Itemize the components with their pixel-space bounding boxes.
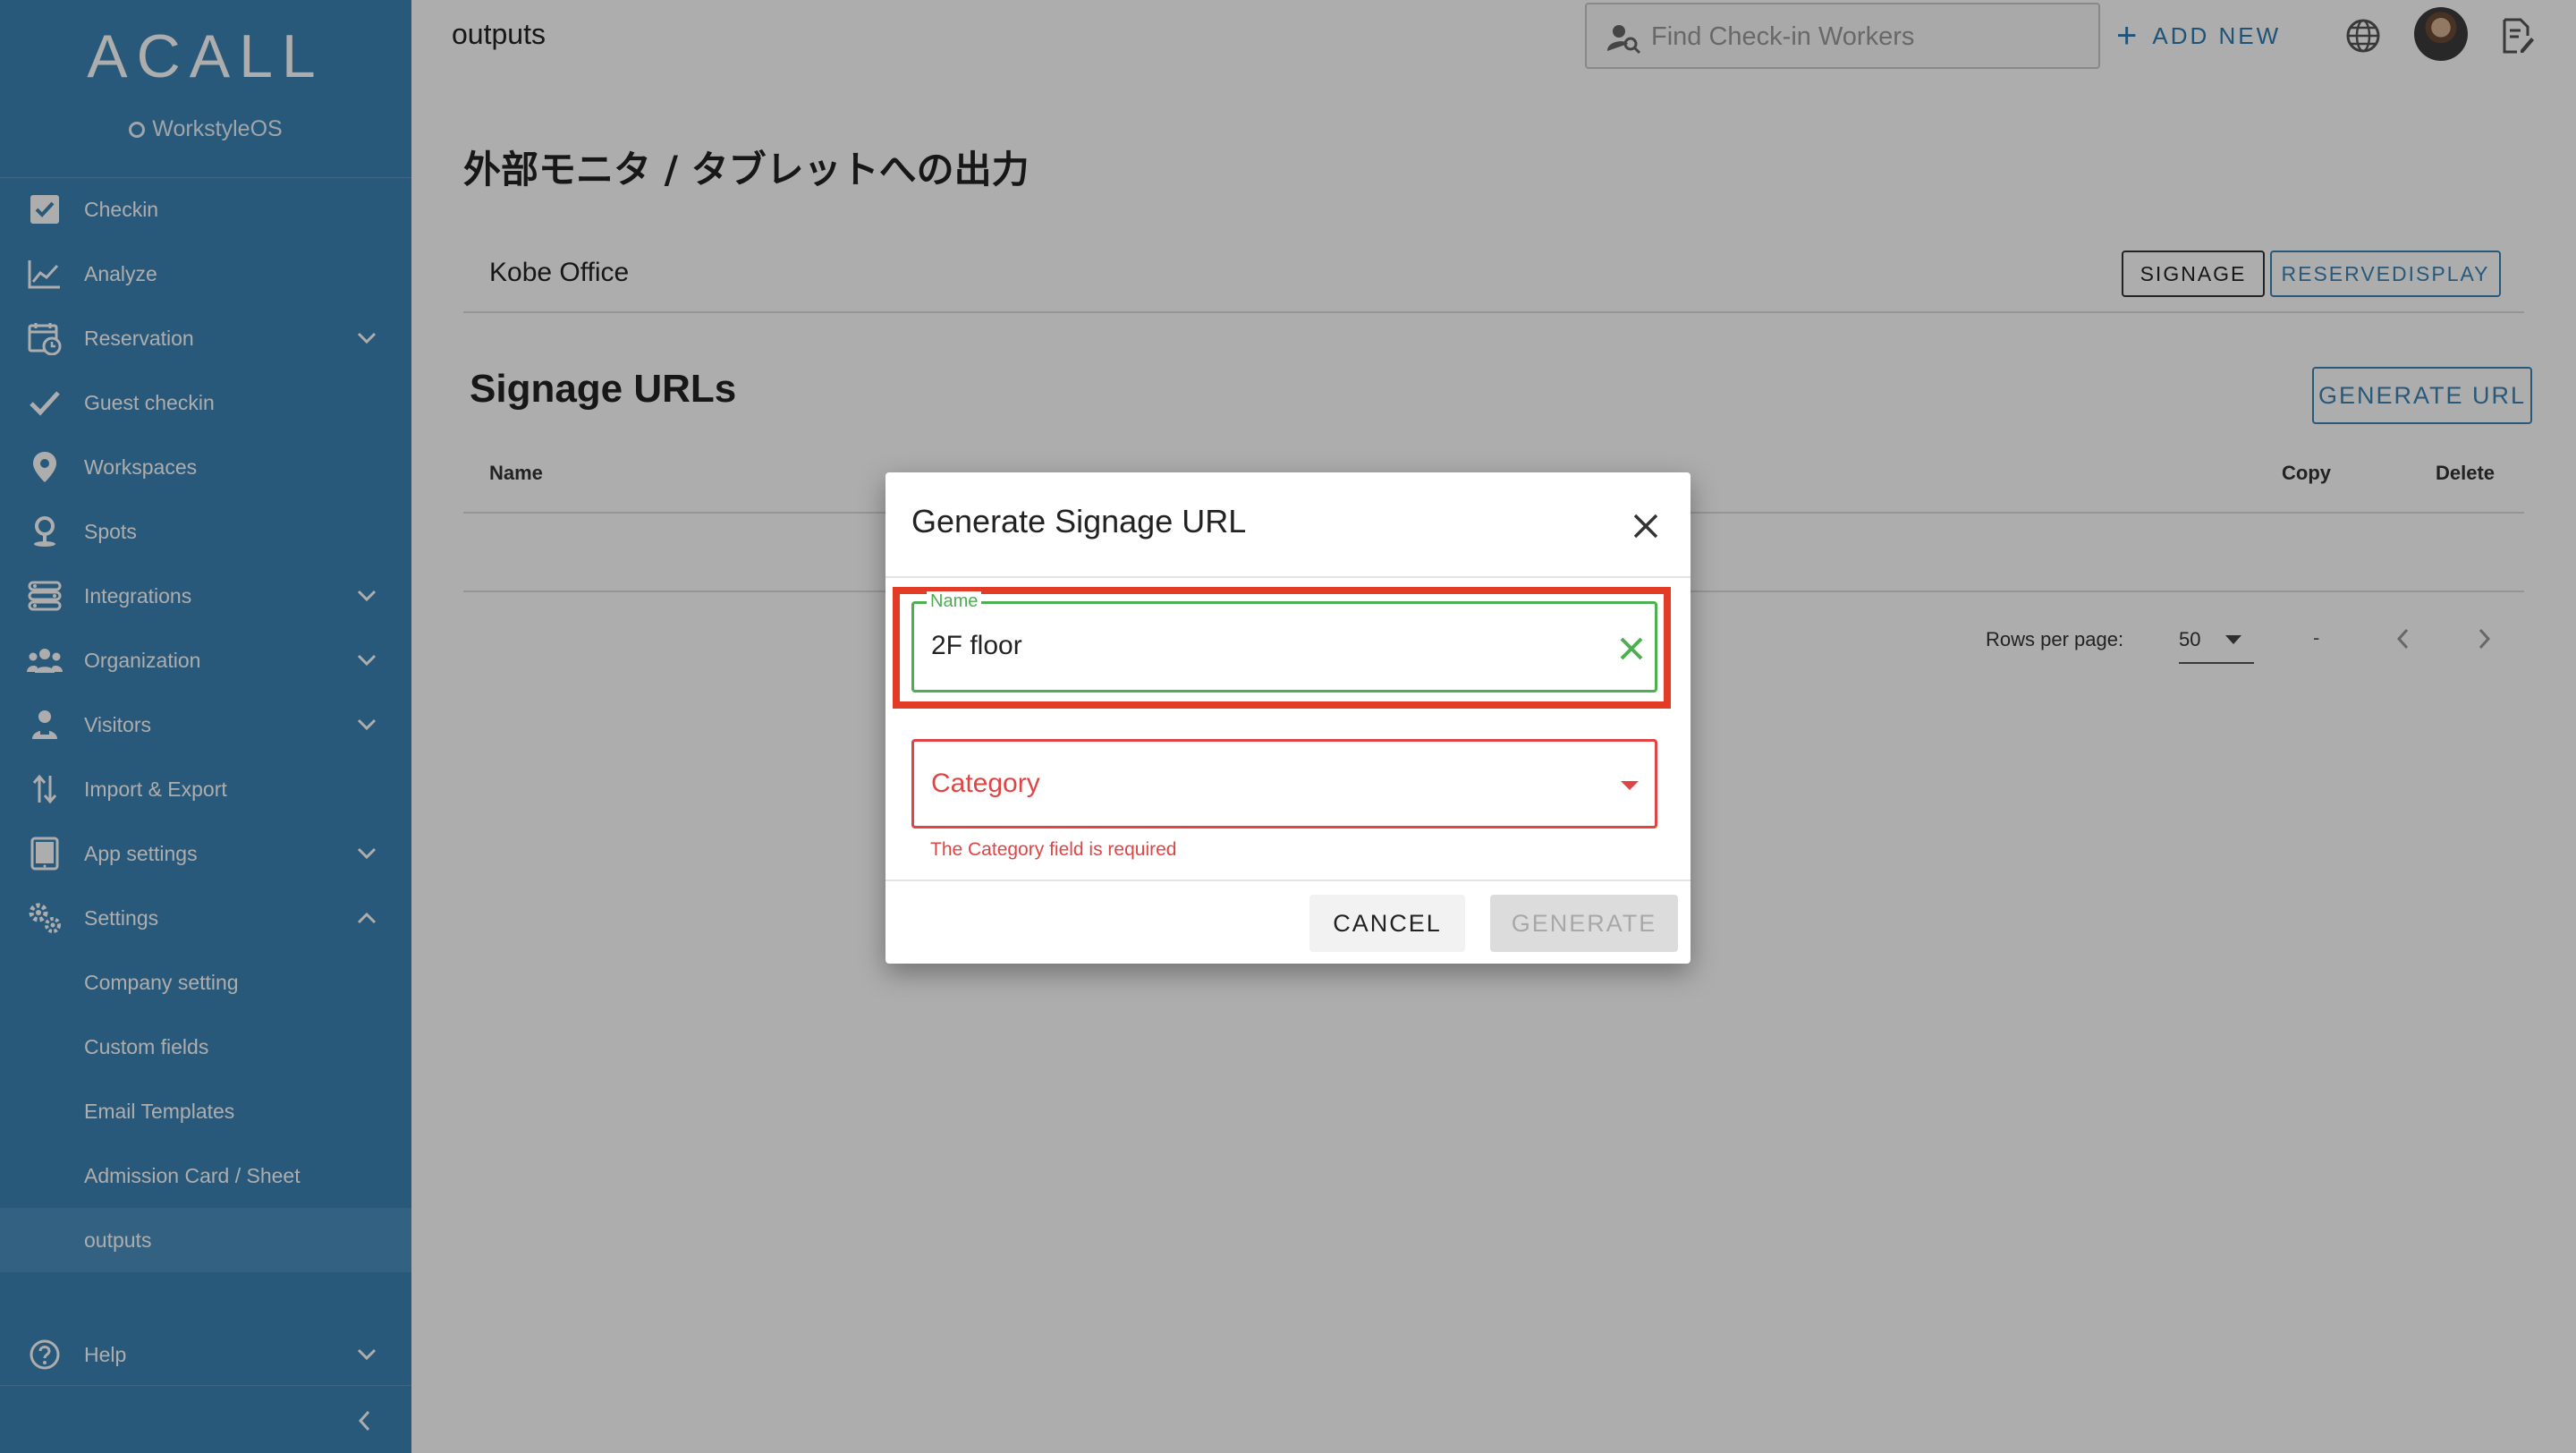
category-label: Category xyxy=(931,769,1040,798)
close-icon[interactable] xyxy=(1630,510,1662,542)
category-select[interactable]: Category xyxy=(911,739,1657,828)
dropdown-arrow-icon xyxy=(1621,781,1639,790)
cancel-button[interactable]: CANCEL xyxy=(1309,895,1465,952)
name-field[interactable]: Name 2F floor xyxy=(911,591,1657,693)
clear-icon[interactable] xyxy=(1617,634,1646,663)
dialog-divider xyxy=(886,879,1690,881)
name-field-value: 2F floor xyxy=(931,631,1022,660)
generate-signage-url-dialog: Generate Signage URL Name 2F floor Categ… xyxy=(886,472,1690,964)
dialog-title: Generate Signage URL xyxy=(911,503,1247,540)
name-field-label: Name xyxy=(927,591,982,612)
category-error-message: The Category field is required xyxy=(930,839,1177,860)
generate-button[interactable]: GENERATE xyxy=(1490,895,1678,952)
dialog-divider xyxy=(886,576,1690,578)
